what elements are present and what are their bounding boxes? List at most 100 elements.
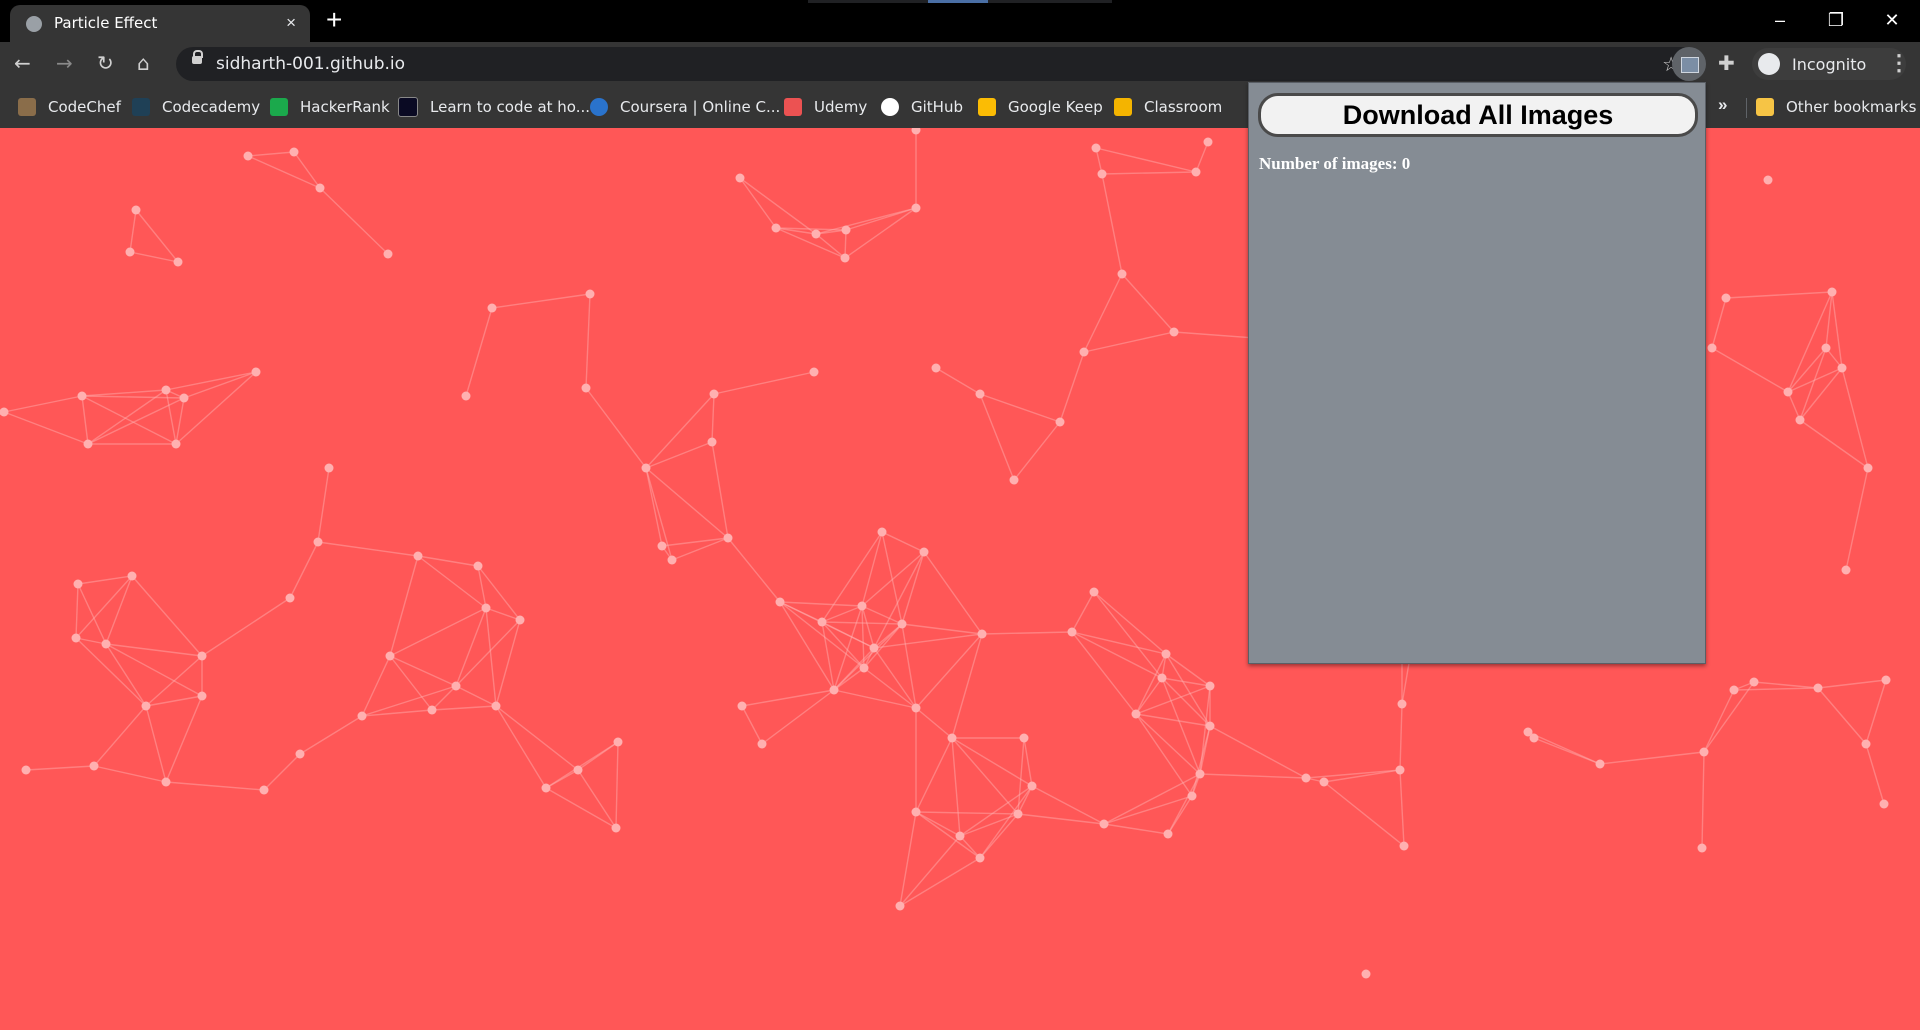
bookmark-codechef[interactable]: CodeChef xyxy=(18,96,121,118)
restore-icon[interactable]: ❐ xyxy=(1808,0,1864,40)
particle-link xyxy=(1787,347,1827,393)
download-all-images-button[interactable]: Download All Images xyxy=(1258,93,1698,137)
tab-title: Particle Effect xyxy=(54,14,158,32)
classroom-icon xyxy=(1114,98,1132,116)
particle-dot xyxy=(1187,791,1197,801)
browser-toolbar: ← → ↻ ⌂ sidharth-001.github.io ☆ ✚ Incog… xyxy=(0,42,1920,86)
bookmark-coursera[interactable]: Coursera | Online C... xyxy=(590,96,780,118)
particle-link xyxy=(739,177,777,229)
particle-dot xyxy=(1195,769,1205,779)
particle-link xyxy=(389,555,419,657)
browser-tab[interactable]: Particle Effect × xyxy=(10,5,310,42)
particle-link xyxy=(1399,703,1403,771)
codechef-icon xyxy=(18,98,36,116)
new-tab-icon[interactable]: + xyxy=(326,4,342,36)
particle-link xyxy=(105,643,203,657)
particle-dot xyxy=(877,527,887,537)
particle-dot xyxy=(1861,739,1871,749)
bookmark-udemy[interactable]: Udemy xyxy=(784,96,867,118)
particle-link xyxy=(105,575,133,645)
particle-dot xyxy=(573,765,583,775)
particle-link xyxy=(1135,685,1211,715)
particle-link xyxy=(1083,331,1175,353)
address-bar[interactable]: sidharth-001.github.io ☆ xyxy=(176,47,1698,81)
particle-dot xyxy=(857,601,867,611)
particle-link xyxy=(1103,795,1193,825)
particle-link xyxy=(615,741,619,829)
particle-link xyxy=(951,737,1033,787)
title-bar: Particle Effect × + – ❐ ✕ xyxy=(0,0,1920,42)
back-icon[interactable]: ← xyxy=(14,51,31,75)
particle-dot xyxy=(1821,343,1831,353)
particle-dot xyxy=(707,437,717,447)
particle-dot xyxy=(757,739,767,749)
particle-link xyxy=(389,607,487,657)
close-tab-icon[interactable]: × xyxy=(286,13,296,33)
window-controls: – ❐ ✕ xyxy=(1752,0,1920,40)
bookmark-codecademy[interactable]: Codecademy xyxy=(132,96,260,118)
particle-link xyxy=(915,811,1019,815)
reload-icon[interactable]: ↻ xyxy=(97,51,114,75)
particle-dot xyxy=(259,785,269,795)
bookmark-github[interactable]: GitHub xyxy=(881,96,963,118)
particle-dot xyxy=(911,807,921,817)
particle-link xyxy=(1095,147,1197,173)
particle-link xyxy=(129,209,137,253)
close-window-icon[interactable]: ✕ xyxy=(1864,0,1920,40)
particle-link xyxy=(1023,737,1033,787)
particle-link xyxy=(1865,743,1885,805)
particle-link xyxy=(711,393,715,443)
particle-dot xyxy=(171,439,181,449)
minimize-icon[interactable]: – xyxy=(1752,0,1808,40)
particle-dot xyxy=(1205,681,1215,691)
particle-dot xyxy=(161,777,171,787)
particle-link xyxy=(645,441,713,469)
particle-link xyxy=(87,389,167,445)
particle-dot xyxy=(1523,727,1533,737)
particle-dot xyxy=(667,555,677,565)
url-text[interactable]: sidharth-001.github.io xyxy=(216,54,405,74)
particle-dot xyxy=(1399,841,1409,851)
particle-link xyxy=(1165,653,1211,727)
particle-link xyxy=(861,605,903,625)
home-icon[interactable]: ⌂ xyxy=(137,51,150,75)
particle-link xyxy=(1527,731,1601,765)
bookmark-google-keep[interactable]: Google Keep xyxy=(978,96,1103,118)
bookmark-classroom[interactable]: Classroom xyxy=(1114,96,1222,118)
particle-link xyxy=(585,293,591,389)
particle-dot xyxy=(809,367,819,377)
particle-dot xyxy=(611,823,621,833)
particle-link xyxy=(1701,751,1705,849)
forward-icon[interactable]: → xyxy=(56,51,73,75)
other-bookmarks[interactable]: Other bookmarks xyxy=(1756,96,1916,118)
particle-link xyxy=(1017,813,1105,825)
particle-link xyxy=(981,631,1073,635)
particle-dot xyxy=(101,639,111,649)
particle-dot xyxy=(911,703,921,713)
particle-link xyxy=(145,695,203,707)
browser-menu-icon[interactable]: ⋮ xyxy=(1888,50,1910,76)
particle-link xyxy=(899,811,917,907)
particle-link xyxy=(577,741,619,771)
particle-dot xyxy=(1319,777,1329,787)
image-downloader-extension-icon[interactable] xyxy=(1672,47,1706,81)
lock-icon[interactable] xyxy=(192,50,203,64)
particle-dot xyxy=(1161,649,1171,659)
extensions-puzzle-icon[interactable]: ✚ xyxy=(1718,51,1735,76)
particle-dot xyxy=(1055,417,1065,427)
incognito-profile-button[interactable]: Incognito xyxy=(1752,48,1906,80)
particle-link xyxy=(1787,391,1801,421)
particle-dot xyxy=(1763,175,1773,185)
particle-dot xyxy=(581,383,591,393)
particle-link xyxy=(1703,689,1735,753)
bookmark-hackerrank[interactable]: HackerRank xyxy=(270,96,390,118)
particle-dot xyxy=(585,289,595,299)
particle-link xyxy=(1817,687,1867,745)
particle-dot xyxy=(131,205,141,215)
particle-dot xyxy=(1163,829,1173,839)
bookmark-freecodecamp[interactable]: Learn to code at ho... xyxy=(398,96,590,118)
particle-link xyxy=(873,647,917,709)
particle-link xyxy=(1799,347,1827,421)
particle-dot xyxy=(285,593,295,603)
more-bookmarks-chevron-icon[interactable]: » xyxy=(1718,95,1727,115)
